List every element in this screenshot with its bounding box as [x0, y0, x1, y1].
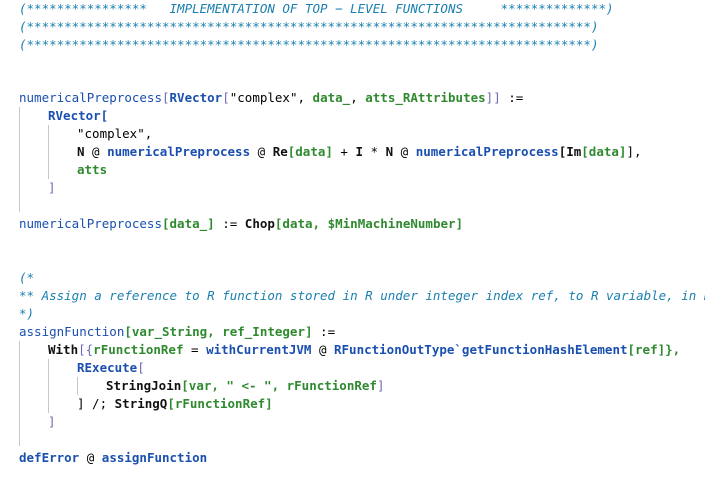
builtin: StringQ	[114, 396, 168, 411]
pattern-var: rFunctionRef	[286, 378, 377, 393]
function-name: assignFunction	[101, 450, 208, 465]
indent-guide	[48, 359, 49, 413]
comment-line: (***************************************…	[19, 37, 599, 52]
code-line[interactable]: StringJoin[var, " <- ", rFunctionRef]	[106, 377, 384, 395]
function-name: defError	[19, 450, 80, 465]
comma: ,	[297, 90, 313, 105]
builtin: With	[48, 342, 79, 357]
pattern-var: [data_]	[162, 216, 215, 231]
bracket: ],	[626, 144, 642, 159]
pattern-var: atts	[77, 162, 108, 177]
code-editor[interactable]: (**************** IMPLEMENTATION OF TOP …	[0, 0, 705, 480]
operator: @	[393, 144, 416, 159]
code-line[interactable]: RExecute[	[77, 359, 145, 377]
operator: @	[79, 450, 102, 465]
builtin: N	[77, 144, 85, 159]
code-line[interactable]: atts	[77, 161, 107, 179]
code-line[interactable]: N @ numericalPreprocess @ Re[data] + I *…	[77, 143, 642, 161]
function-name: numericalPreprocess	[19, 216, 162, 231]
bracket: [	[162, 90, 170, 105]
pattern-var: [var, " <- ",	[181, 378, 287, 393]
pattern-var: atts_RAttributes	[365, 90, 486, 105]
bracket: [	[222, 90, 230, 105]
comment-line: *)	[19, 306, 35, 321]
assign-op: :=	[214, 216, 245, 231]
function-name: RFunctionOutType`getFunctionHashElement	[334, 342, 628, 357]
builtin: StringJoin	[106, 378, 182, 393]
bracket: ]	[376, 378, 385, 393]
pattern-var: [var_String, ref_Integer]	[124, 324, 313, 339]
indent-guide	[48, 125, 49, 179]
operator: @	[84, 144, 108, 159]
code-line[interactable]: assignFunction[var_String, ref_Integer] …	[19, 323, 335, 341]
pattern-var: [data]	[287, 144, 333, 159]
bracket: ]	[48, 414, 56, 429]
operator: *	[363, 144, 386, 159]
code-line[interactable]: RVector[	[48, 107, 108, 125]
code-line[interactable]: With[{rFunctionRef = withCurrentJVM @ RF…	[48, 341, 680, 359]
builtin: I	[355, 144, 364, 159]
builtin: N	[385, 144, 394, 159]
bracket: ]	[48, 180, 56, 195]
pattern-var: [data, $MinMachineNumber]	[274, 216, 464, 231]
operator: +	[332, 144, 356, 159]
code-line[interactable]: numericalPreprocess[data_] := Chop[data,…	[19, 215, 463, 233]
code-line[interactable]: numericalPreprocess[RVector["complex", d…	[19, 89, 523, 107]
operator: ] /;	[77, 396, 115, 411]
string-literal: "complex"	[229, 90, 298, 105]
bracket: ]]	[485, 90, 501, 105]
function-name: numericalPreprocess	[19, 90, 162, 105]
function-name: withCurrentJVM	[206, 342, 312, 357]
code-line[interactable]: ] /; StringQ[rFunctionRef]	[77, 395, 273, 413]
operator: @	[250, 144, 273, 159]
bracket: [{	[78, 342, 94, 357]
assign-op: :=	[312, 324, 336, 339]
operator: @	[311, 342, 334, 357]
assign-op: :=	[500, 90, 524, 105]
pattern-var: [data]	[581, 144, 627, 159]
head-symbol: RVector	[169, 90, 223, 105]
builtin: Chop	[244, 216, 275, 231]
indent-guide	[19, 341, 20, 446]
code-line[interactable]: ]	[48, 413, 56, 431]
comma: ,	[350, 90, 366, 105]
pattern-var: [ref]},	[627, 342, 681, 357]
comment-line: ** Assign a reference to R function stor…	[19, 288, 705, 303]
function-name: assignFunction	[19, 324, 125, 339]
comment-line: (**************** IMPLEMENTATION OF TOP …	[19, 1, 614, 16]
indent-guide	[77, 377, 78, 395]
bracket: [	[137, 360, 145, 375]
builtin: [Im	[558, 144, 582, 159]
comment-line: (*	[19, 270, 35, 285]
head-symbol: RVector[	[48, 108, 109, 123]
pattern-var: data_	[312, 90, 351, 105]
function-name: numericalPreprocess	[415, 144, 559, 159]
code-line[interactable]: defError @ assignFunction	[19, 449, 207, 467]
builtin: Re	[272, 144, 288, 159]
function-name: numericalPreprocess	[107, 144, 251, 159]
pattern-var: [rFunctionRef]	[167, 396, 273, 411]
string-literal: "complex",	[77, 126, 153, 141]
function-name: RExecute	[77, 360, 138, 375]
pattern-var: rFunctionRef	[93, 342, 184, 357]
comment-line: (***************************************…	[19, 19, 599, 34]
code-line[interactable]: ]	[48, 179, 56, 197]
operator: =	[183, 342, 207, 357]
code-line[interactable]: "complex",	[77, 125, 152, 143]
indent-guide	[19, 107, 20, 212]
